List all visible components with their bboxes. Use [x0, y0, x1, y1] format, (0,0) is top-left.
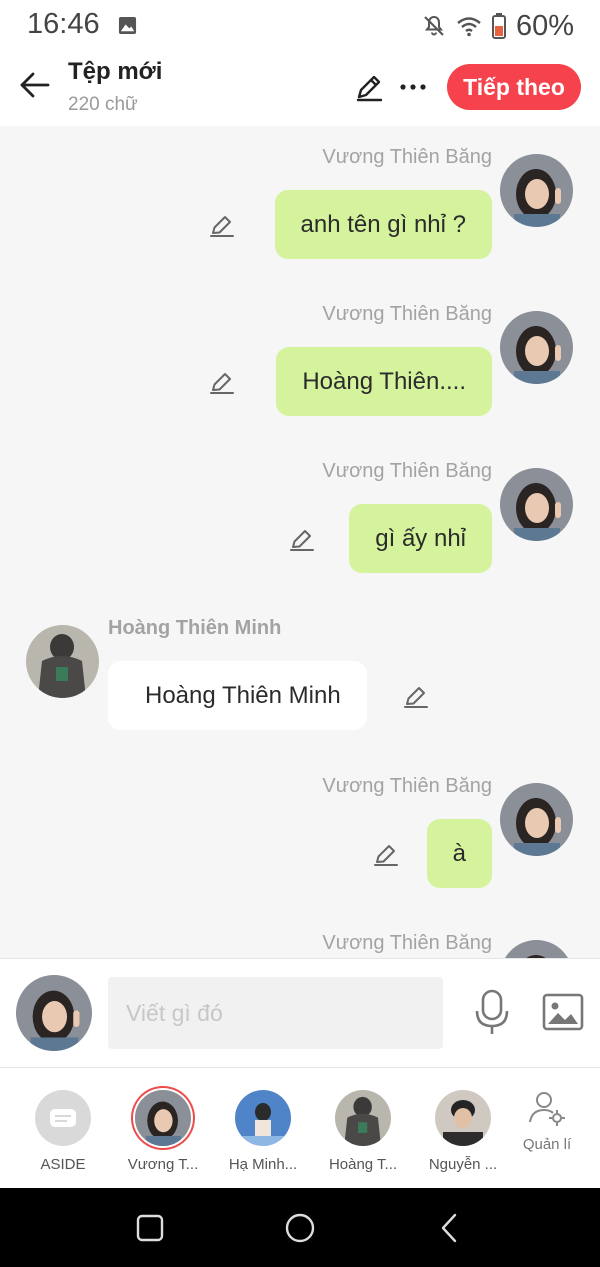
message-sender: Vương Thiên Băng — [322, 146, 492, 168]
avatar — [135, 1090, 191, 1146]
character-name: ASIDE — [40, 1156, 86, 1173]
wifi-icon — [457, 17, 481, 37]
edit-message-icon[interactable] — [403, 683, 429, 709]
message-sender: Vương Thiên Băng — [322, 932, 492, 954]
pencil-icon[interactable] — [354, 72, 384, 102]
composer-bar — [0, 958, 600, 1068]
avatar[interactable] — [500, 468, 573, 541]
avatar — [335, 1090, 391, 1146]
message-bubble[interactable]: anh tên gì nhỉ ? — [274, 190, 492, 259]
next-button[interactable]: Tiếp theo — [447, 64, 581, 110]
system-nav-bar — [0, 1188, 600, 1267]
page-title: Tệp mới — [68, 58, 163, 85]
avatar[interactable] — [500, 311, 573, 384]
current-character-avatar[interactable] — [16, 975, 92, 1051]
recent-apps-icon[interactable] — [133, 1211, 167, 1245]
more-icon[interactable] — [398, 74, 428, 100]
app-header: Tệp mới 220 chữ Tiếp theo — [0, 52, 600, 126]
avatar — [435, 1090, 491, 1146]
character-name: Vương T... — [127, 1156, 199, 1173]
message-sender: Vương Thiên Băng — [322, 460, 492, 482]
character-item[interactable]: Nguyễn ... — [413, 1090, 513, 1173]
avatar — [235, 1090, 291, 1146]
status-bar: 16:46 60% — [0, 0, 600, 52]
message-sender: Hoàng Thiên Minh — [108, 617, 282, 639]
character-bar: ASIDE Vương T... Hạ Minh... Hoàng T... N… — [0, 1068, 600, 1188]
character-item[interactable]: Vương T... — [113, 1090, 213, 1173]
word-count: 220 chữ — [68, 94, 138, 115]
message-sender: Vương Thiên Băng — [322, 775, 492, 797]
battery-icon — [491, 13, 506, 39]
user-settings-icon — [529, 1092, 565, 1126]
message-bubble[interactable]: Hoàng Thiên Minh — [108, 661, 367, 730]
manage-characters-button[interactable]: Quản lí — [505, 1088, 589, 1153]
image-icon — [118, 16, 137, 35]
edit-message-icon[interactable] — [373, 841, 399, 867]
avatar[interactable] — [500, 783, 573, 856]
character-name: Hạ Minh... — [228, 1156, 298, 1173]
image-icon[interactable] — [542, 993, 584, 1031]
home-icon[interactable] — [283, 1211, 317, 1245]
character-name: Nguyễn ... — [428, 1156, 498, 1173]
message-bubble[interactable]: Hoàng Thiên.... — [276, 347, 492, 416]
message-sender: Vương Thiên Băng — [322, 303, 492, 325]
character-item[interactable]: Hạ Minh... — [213, 1090, 313, 1173]
message-bubble[interactable]: gì ấy nhỉ — [349, 504, 492, 573]
avatar[interactable] — [500, 154, 573, 227]
edit-message-icon[interactable] — [289, 526, 315, 552]
microphone-icon[interactable] — [474, 989, 510, 1037]
avatar[interactable] — [500, 940, 573, 958]
character-name: Hoàng T... — [328, 1156, 398, 1173]
message-input[interactable] — [108, 977, 443, 1049]
status-time: 16:46 — [27, 8, 100, 40]
back-arrow-icon[interactable] — [18, 68, 52, 102]
character-item[interactable]: ASIDE — [13, 1090, 113, 1173]
back-icon[interactable] — [433, 1211, 467, 1245]
battery-percent: 60% — [515, 9, 574, 42]
edit-message-icon[interactable] — [209, 212, 235, 238]
edit-message-icon[interactable] — [209, 369, 235, 395]
bell-off-icon — [424, 15, 444, 36]
message-bubble[interactable]: à — [426, 819, 492, 888]
aside-icon — [35, 1090, 91, 1146]
status-icons: 60% — [422, 8, 574, 44]
avatar[interactable] — [26, 625, 99, 698]
manage-label: Quản lí — [522, 1136, 572, 1153]
character-item[interactable]: Hoàng T... — [313, 1090, 413, 1173]
chat-area[interactable]: Vương Thiên Băng anh tên gì nhỉ ? Vương … — [0, 126, 600, 958]
